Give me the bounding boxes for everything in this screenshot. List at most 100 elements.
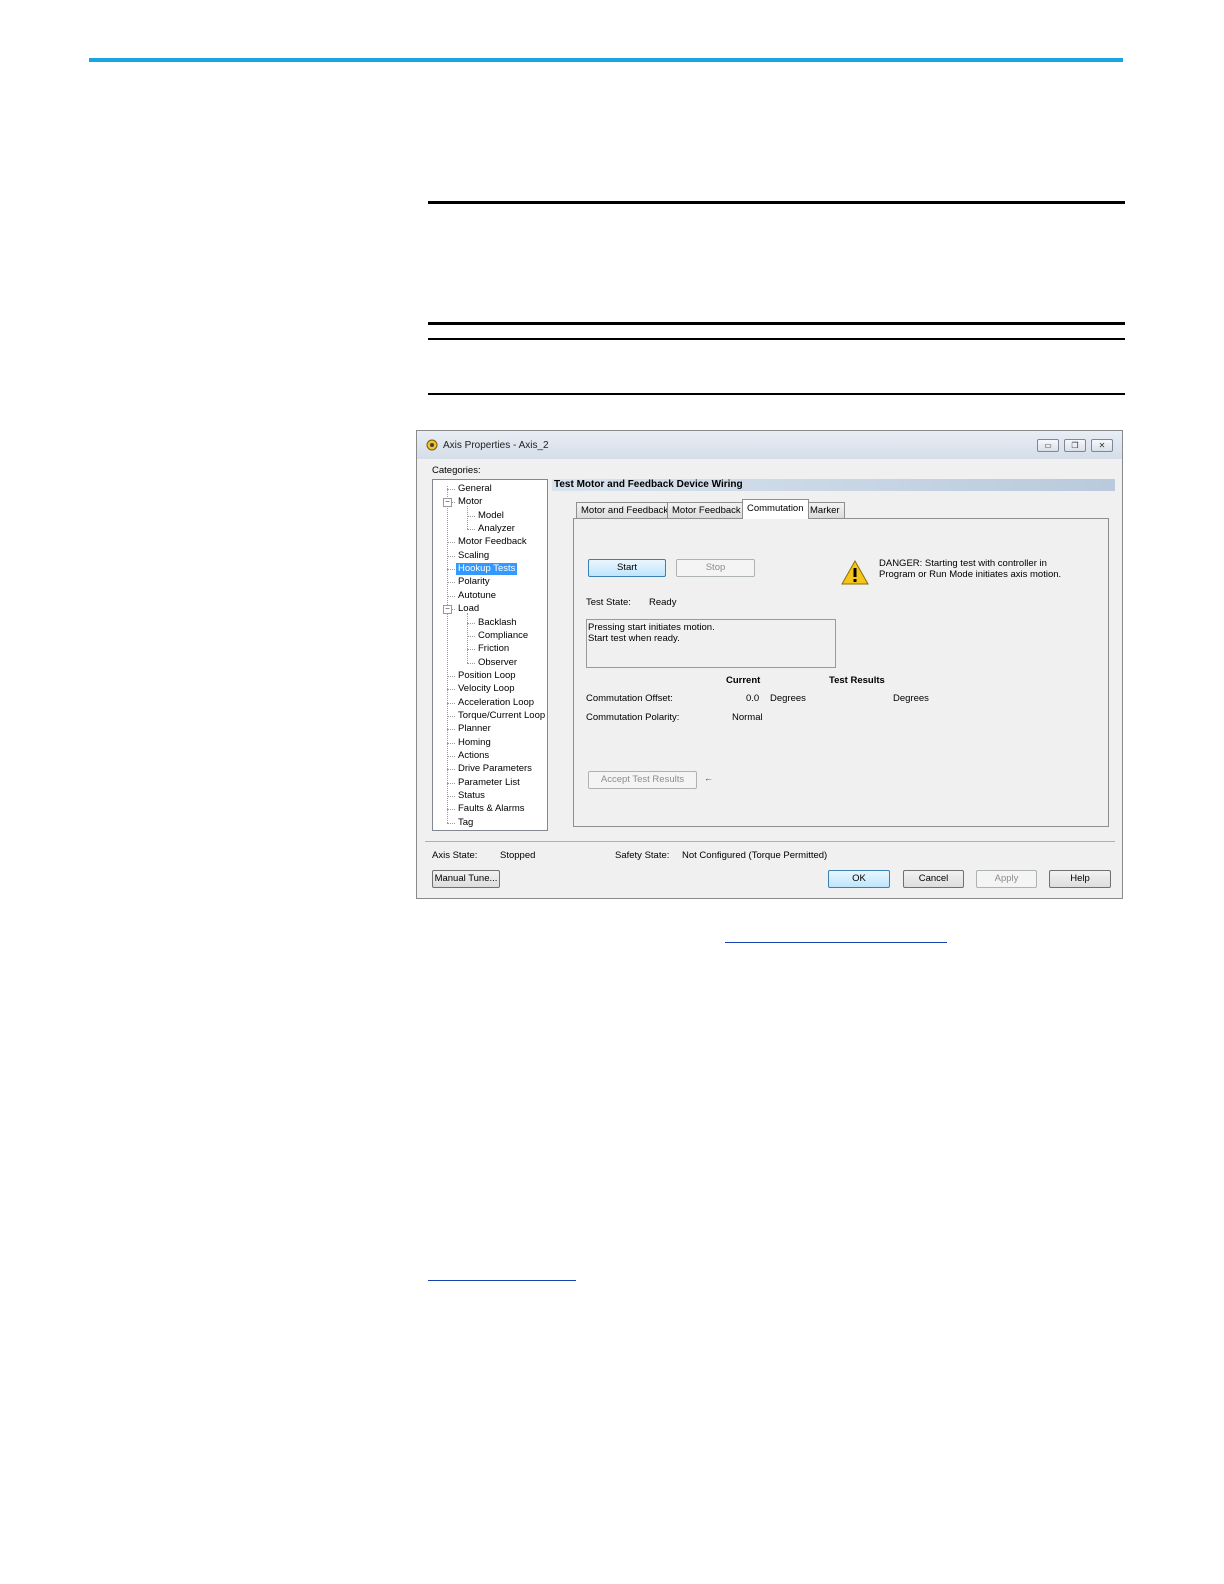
tree-item-homing[interactable]: Homing bbox=[458, 737, 491, 749]
note-bottom-rule bbox=[428, 322, 1125, 325]
tree-item-load[interactable]: Load bbox=[458, 603, 479, 615]
commutation-offset-current: 0.0 bbox=[746, 693, 760, 704]
tree-connector bbox=[467, 635, 475, 637]
axis-state-label: Axis State: bbox=[432, 850, 478, 861]
categories-label: Categories: bbox=[432, 465, 481, 476]
tree-connector bbox=[467, 662, 475, 664]
tree-connector bbox=[447, 809, 455, 811]
stop-button[interactable]: Stop bbox=[676, 559, 755, 577]
tree-item-velocity-loop[interactable]: Velocity Loop bbox=[458, 683, 515, 695]
section-title: Test Motor and Feedback Device Wiring bbox=[552, 479, 1115, 491]
tree-connector bbox=[447, 782, 455, 784]
tree-item-position-loop[interactable]: Position Loop bbox=[458, 670, 516, 682]
tab-motor-and-feedback[interactable]: Motor and Feedback bbox=[576, 502, 674, 518]
help-button[interactable]: Help bbox=[1049, 870, 1111, 888]
tree-item-motor[interactable]: Motor bbox=[458, 496, 482, 508]
tree-item-faults-alarms[interactable]: Faults & Alarms bbox=[458, 803, 525, 815]
tree-item-parameter-list[interactable]: Parameter List bbox=[458, 777, 520, 789]
tree-item-compliance[interactable]: Compliance bbox=[478, 630, 528, 642]
danger-message: DANGER: Starting test with controller in… bbox=[879, 558, 1062, 580]
tree-connector bbox=[447, 742, 455, 744]
tree-item-autotune[interactable]: Autotune bbox=[458, 590, 496, 602]
restore-button[interactable]: ❐ bbox=[1064, 439, 1086, 452]
tree-connector bbox=[467, 613, 468, 663]
ok-button[interactable]: OK bbox=[828, 870, 890, 888]
tree-item-friction[interactable]: Friction bbox=[478, 643, 509, 655]
tree-connector bbox=[447, 769, 455, 771]
tree-item-drive-parameters[interactable]: Drive Parameters bbox=[458, 763, 532, 775]
manual-tune-button[interactable]: Manual Tune... bbox=[432, 870, 500, 888]
tab-commutation[interactable]: Commutation bbox=[742, 499, 809, 519]
tree-item-hookup-tests[interactable]: Hookup Tests bbox=[456, 563, 518, 576]
tree-collapse-icon[interactable]: − bbox=[443, 605, 452, 615]
tree-item-torque-current-loop[interactable]: Torque/Current Loop bbox=[458, 710, 545, 722]
tree-connector bbox=[467, 622, 475, 624]
categories-tree[interactable]: General − Motor Model Analyzer Motor Feedback… bbox=[432, 479, 548, 831]
tree-item-model[interactable]: Model bbox=[478, 510, 504, 522]
note-top-rule bbox=[428, 201, 1125, 204]
accept-test-results-button[interactable]: Accept Test Results bbox=[588, 771, 697, 789]
tree-connector bbox=[447, 702, 455, 704]
tree-connector bbox=[467, 515, 475, 517]
test-state-value: Ready bbox=[649, 597, 677, 608]
cancel-button[interactable]: Cancel bbox=[903, 870, 964, 888]
tree-connector bbox=[447, 796, 455, 798]
axis-properties-window: Axis Properties - Axis_2 ▭ ❐ ✕ Categorie… bbox=[416, 430, 1123, 899]
header-accent-rule bbox=[89, 58, 1123, 62]
tree-connector bbox=[467, 649, 475, 651]
warning-icon bbox=[841, 560, 869, 585]
tree-connector bbox=[447, 569, 455, 571]
tree-item-acceleration-loop[interactable]: Acceleration Loop bbox=[458, 697, 534, 709]
tree-item-actions[interactable]: Actions bbox=[458, 750, 489, 762]
safety-state-label: Safety State: bbox=[615, 850, 670, 861]
tree-item-scaling[interactable]: Scaling bbox=[458, 550, 489, 562]
tree-connector bbox=[467, 506, 468, 530]
tree-collapse-icon[interactable]: − bbox=[443, 498, 452, 508]
tree-connector bbox=[447, 555, 455, 557]
axis-app-icon bbox=[426, 439, 438, 451]
start-button[interactable]: Start bbox=[588, 559, 666, 577]
tree-connector bbox=[447, 822, 455, 824]
test-state-label: Test State: bbox=[586, 597, 631, 608]
title-bar: Axis Properties - Axis_2 ▭ ❐ ✕ bbox=[417, 431, 1122, 459]
link-underline[interactable] bbox=[428, 1280, 576, 1281]
tree-item-analyzer[interactable]: Analyzer bbox=[478, 523, 515, 535]
footer-separator bbox=[425, 841, 1115, 842]
window-title: Axis Properties - Axis_2 bbox=[443, 440, 549, 451]
current-column-header: Current bbox=[726, 675, 761, 686]
tree-connector bbox=[447, 675, 455, 677]
tree-item-tag[interactable]: Tag bbox=[458, 817, 473, 829]
apply-button[interactable]: Apply bbox=[976, 870, 1037, 888]
test-message-box: Pressing start initiates motion. Start t… bbox=[586, 619, 836, 668]
tree-connector bbox=[447, 582, 455, 584]
commutation-offset-unit: Degrees bbox=[770, 693, 806, 704]
arrow-left-icon: ← bbox=[704, 773, 713, 783]
note2-top-rule bbox=[428, 338, 1125, 340]
note2-bottom-rule bbox=[428, 393, 1125, 395]
tree-item-motor-feedback[interactable]: Motor Feedback bbox=[458, 536, 527, 548]
tree-item-planner[interactable]: Planner bbox=[458, 723, 491, 735]
tree-item-status[interactable]: Status bbox=[458, 790, 485, 802]
tree-connector bbox=[447, 489, 455, 490]
tree-connector bbox=[467, 529, 475, 531]
close-button[interactable]: ✕ bbox=[1091, 439, 1113, 452]
commutation-panel: Start Stop DANGER: Starting test with co… bbox=[573, 518, 1109, 827]
axis-state-value: Stopped bbox=[500, 850, 536, 861]
tree-connector bbox=[447, 595, 455, 597]
commutation-polarity-current: Normal bbox=[732, 712, 763, 723]
test-results-column-header: Test Results bbox=[829, 675, 885, 686]
tree-connector bbox=[447, 486, 448, 823]
safety-state-value: Not Configured (Torque Permitted) bbox=[682, 850, 828, 861]
tree-connector bbox=[447, 542, 455, 544]
tab-motor-feedback[interactable]: Motor Feedback bbox=[667, 502, 746, 518]
tab-marker[interactable]: Marker bbox=[805, 502, 845, 518]
minimize-button[interactable]: ▭ bbox=[1037, 439, 1059, 452]
link-underline[interactable] bbox=[725, 942, 947, 943]
tree-item-backlash[interactable]: Backlash bbox=[478, 617, 517, 629]
tree-item-polarity[interactable]: Polarity bbox=[458, 576, 490, 588]
tree-item-observer[interactable]: Observer bbox=[478, 657, 517, 669]
tree-item-general[interactable]: General bbox=[458, 483, 492, 495]
tree-connector bbox=[447, 756, 455, 757]
commutation-offset-label: Commutation Offset: bbox=[586, 693, 673, 704]
commutation-polarity-label: Commutation Polarity: bbox=[586, 712, 680, 723]
